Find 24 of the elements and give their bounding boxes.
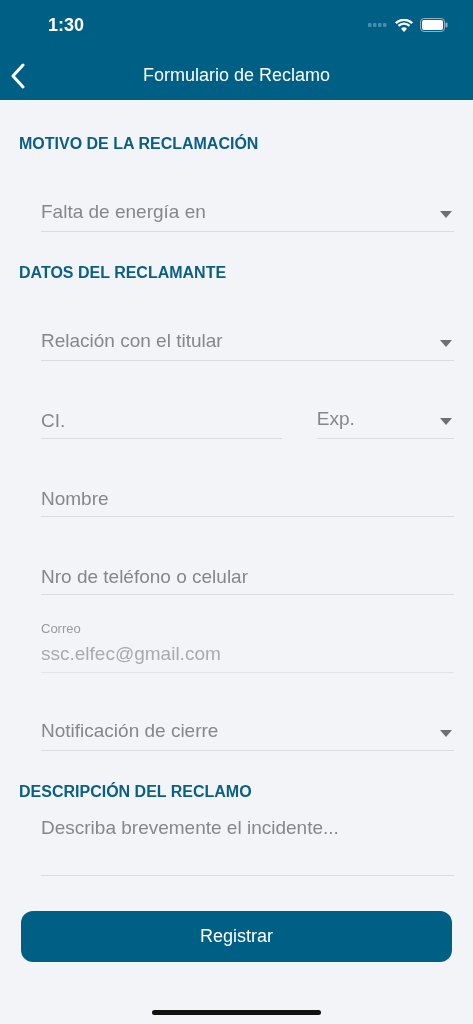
dropdown-field[interactable]: Notificación de cierre [41, 673, 454, 751]
section-title: DESCRIPCIÓN DEL RECLAMO [19, 782, 253, 802]
dropdown-field[interactable]: Exp. [316, 361, 454, 439]
wifi-icon [395, 18, 413, 32]
signal-icon [368, 23, 388, 27]
screen-title: Formulario de Reclamo [142, 64, 331, 86]
caret-icon [440, 730, 452, 737]
text-field[interactable]: CI. [41, 361, 282, 439]
description-field[interactable]: Describa brevemente el incidente... [41, 802, 454, 876]
status-time: 1:30 [48, 14, 85, 36]
field-label: Correo [41, 621, 81, 636]
section-title: DATOS DEL RECLAMANTE [19, 263, 228, 283]
caret-icon [440, 211, 452, 218]
section-title: MOTIVO DE LA RECLAMACIÓN [19, 134, 260, 154]
battery-icon [420, 18, 448, 32]
back-button[interactable] [10, 63, 26, 89]
back-icon [10, 63, 26, 89]
text-field[interactable]: Nro de teléfono o celular [41, 517, 454, 595]
caret-icon [440, 418, 452, 425]
dropdown-field[interactable]: Falta de energía en [41, 154, 454, 232]
text-field[interactable]: Nombre [41, 439, 454, 517]
register-button[interactable]: Registrar [21, 911, 452, 962]
dropdown-field[interactable]: Relación con el titular [41, 283, 454, 361]
caret-icon [440, 340, 452, 347]
